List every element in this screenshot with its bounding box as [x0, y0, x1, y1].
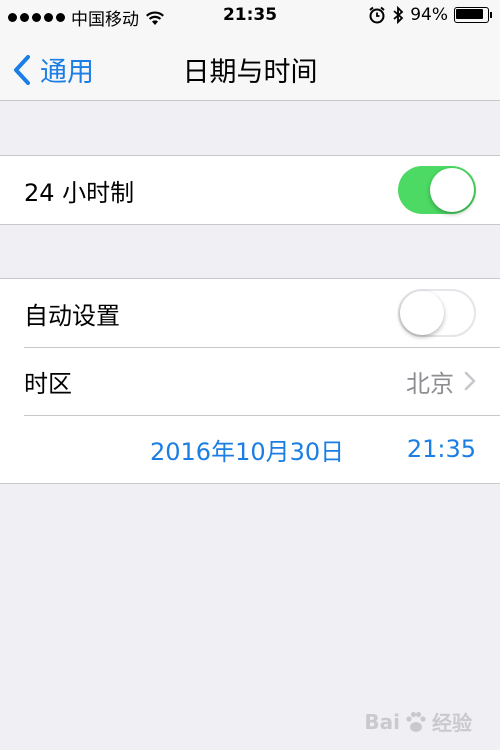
toggle-knob	[400, 291, 444, 335]
date-value[interactable]: 2016年10月30日	[150, 432, 344, 467]
back-button[interactable]: 通用	[12, 50, 94, 89]
twenty-four-hour-label: 24 小时制	[24, 178, 135, 207]
time-zone-row[interactable]: 时区 北京	[0, 347, 500, 415]
date-time-settings-screen: 中国移动 21:35 94% 通用 日期与时间 24 小时制 自动设置 时区 北…	[0, 0, 500, 750]
navigation-bar: 通用 日期与时间	[0, 32, 500, 101]
back-button-label: 通用	[40, 57, 94, 88]
auto-set-label: 自动设置	[24, 301, 120, 330]
baidu-jingyan-watermark: Bai 经验	[364, 707, 472, 736]
alarm-icon	[369, 6, 385, 24]
twenty-four-hour-toggle[interactable]	[398, 166, 476, 214]
settings-group-time-format: 24 小时制	[0, 155, 500, 225]
toggle-knob	[430, 168, 474, 212]
time-zone-label: 时区	[24, 369, 72, 398]
chevron-left-icon	[14, 54, 30, 85]
watermark-text-left: Bai	[364, 709, 400, 734]
battery-percent: 94%	[410, 5, 448, 25]
time-value[interactable]: 21:35	[407, 435, 476, 463]
bluetooth-icon	[393, 6, 404, 24]
time-zone-value: 北京	[406, 369, 454, 398]
status-right: 94%	[368, 5, 492, 25]
watermark-text-right: 经验	[432, 711, 472, 735]
auto-set-toggle[interactable]	[398, 289, 476, 337]
battery-icon	[454, 7, 492, 23]
chevron-right-icon	[464, 371, 476, 391]
auto-set-row: 自动设置	[0, 279, 500, 347]
twenty-four-hour-row: 24 小时制	[0, 156, 500, 224]
date-time-row[interactable]: 2016年10月30日 21:35	[0, 415, 500, 483]
settings-group-date-time: 自动设置 时区 北京 2016年10月30日 21:35	[0, 278, 500, 484]
status-bar: 中国移动 21:35 94%	[0, 0, 500, 32]
paw-icon	[406, 711, 426, 732]
